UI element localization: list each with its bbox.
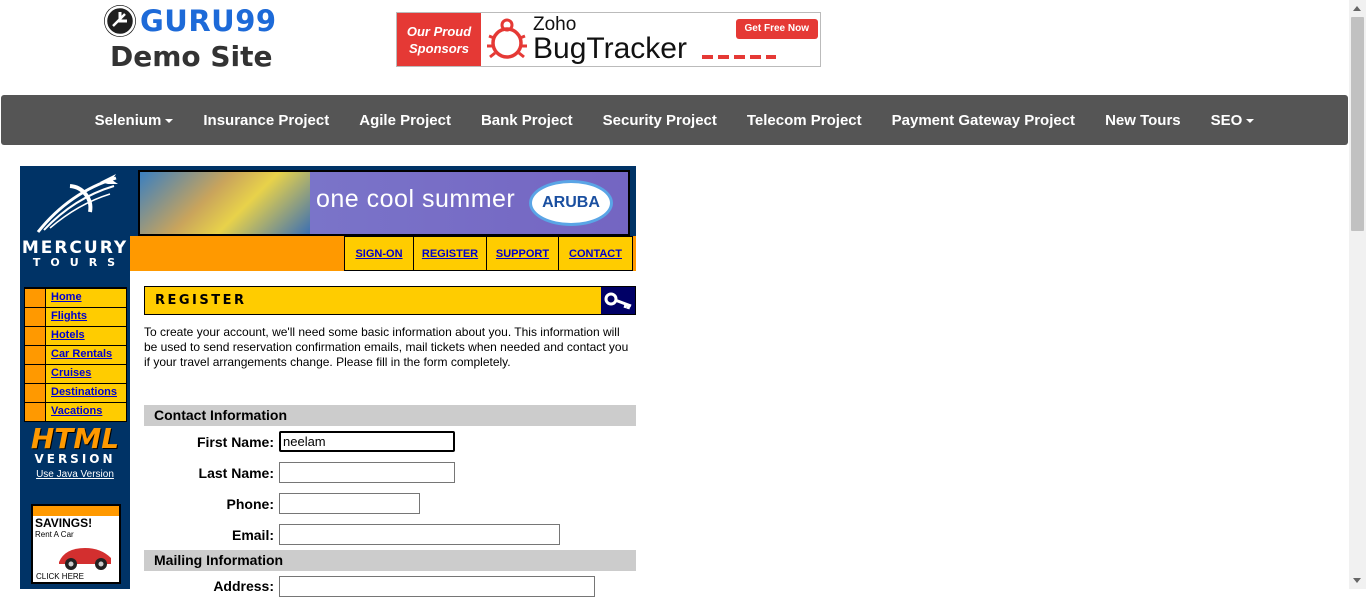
ad-arrow-decoration — [702, 55, 776, 59]
savings-ad[interactable]: SAVINGS! Rent A Car CLICK HERE — [31, 504, 121, 584]
register-title: REGISTER — [155, 293, 247, 308]
last-name-label: Last Name: — [198, 465, 274, 481]
aruba-banner[interactable]: one cool summer ARUBA — [138, 170, 630, 236]
car-icon — [59, 548, 111, 570]
nav-agile-project[interactable]: Agile Project — [344, 112, 466, 129]
phone-label: Phone: — [226, 496, 274, 512]
last-name-field[interactable] — [279, 462, 455, 483]
mailing-information-header: Mailing Information — [144, 550, 636, 571]
menu-link-vacations[interactable]: Vacations — [46, 403, 126, 421]
ad-left-line2: Sponsors — [409, 40, 469, 56]
mercury-logo-line2: TOURS — [32, 256, 126, 269]
nav-insurance-project[interactable]: Insurance Project — [188, 112, 344, 129]
menu-link-cruises[interactable]: Cruises — [46, 365, 126, 383]
nav-seo[interactable]: SEO — [1196, 112, 1270, 129]
beach-photo — [140, 172, 310, 234]
menu-link-destinations[interactable]: Destinations — [46, 384, 126, 402]
scroll-down-icon[interactable] — [1353, 578, 1361, 583]
mercury-logo-icon — [36, 174, 118, 233]
ad-cta-button[interactable]: Get Free Now — [735, 19, 818, 39]
side-menu-item: Vacations — [25, 402, 126, 421]
side-menu-item: Destinations — [25, 383, 126, 402]
contact-link[interactable]: CONTACT — [559, 237, 633, 270]
phone-field[interactable] — [279, 493, 420, 514]
chevron-down-icon — [165, 118, 174, 123]
nav-selenium[interactable]: Selenium — [80, 112, 189, 129]
contact-information-header: Contact Information — [144, 405, 636, 426]
savings-click-here: CLICK HERE — [36, 572, 85, 581]
address-field[interactable] — [279, 576, 595, 597]
ad-brand-main: BugTracker — [533, 32, 687, 65]
nav-payment-gateway-project[interactable]: Payment Gateway Project — [877, 112, 1090, 129]
side-menu-item: Cruises — [25, 364, 126, 383]
sponsor-ad-banner[interactable]: Our Proud Sponsors Zoho BugTracker Get F… — [396, 12, 821, 67]
first-name-label: First Name: — [196, 434, 274, 450]
logo-subtitle: Demo Site — [110, 40, 273, 73]
html-version-subtitle: VERSION — [34, 452, 116, 466]
ad-sponsor-label: Our Proud Sponsors — [397, 13, 481, 66]
address-label: Address: — [213, 578, 274, 594]
menu-link-home[interactable]: Home — [46, 289, 126, 307]
savings-subtitle: Rent A Car — [35, 530, 74, 539]
mercury-tours-frame: MERCURY TOURS Home Flights Hotels Car Re… — [20, 166, 636, 597]
first-name-field[interactable] — [279, 431, 455, 452]
side-menu-item: Hotels — [25, 326, 126, 345]
page-scrollbar[interactable] — [1349, 0, 1366, 589]
side-menu-item: Home — [25, 288, 126, 307]
aruba-logo: ARUBA — [529, 180, 613, 226]
logo-name: GURU99 — [140, 4, 277, 38]
main-navbar: Selenium Insurance Project Agile Project… — [1, 95, 1348, 145]
register-intro-text: To create your account, we'll need some … — [144, 325, 629, 369]
nav-seo-label: SEO — [1210, 111, 1243, 129]
guru99-logo-icon — [104, 5, 136, 37]
scrollbar-thumb[interactable] — [1351, 17, 1364, 231]
key-icon — [601, 287, 635, 314]
nav-telecom-project[interactable]: Telecom Project — [732, 112, 877, 129]
sign-on-link[interactable]: SIGN-ON — [345, 237, 414, 270]
banner-text: one cool summer — [316, 185, 516, 213]
menu-link-flights[interactable]: Flights — [46, 308, 126, 326]
mercury-sidebar: MERCURY TOURS Home Flights Hotels Car Re… — [20, 166, 130, 589]
top-links: SIGN-ON REGISTER SUPPORT CONTACT — [344, 236, 633, 271]
html-version-title: HTML — [30, 422, 120, 455]
menu-link-hotels[interactable]: Hotels — [46, 327, 126, 345]
side-menu-item: Flights — [25, 307, 126, 326]
register-link[interactable]: REGISTER — [414, 237, 487, 270]
guru99-logo[interactable]: GURU99 Demo Site — [104, 4, 284, 73]
email-field[interactable] — [279, 524, 560, 545]
support-link[interactable]: SUPPORT — [487, 237, 559, 270]
ad-left-line1: Our Proud — [406, 23, 472, 39]
nav-selenium-label: Selenium — [94, 111, 162, 129]
email-label: Email: — [231, 527, 274, 543]
scroll-up-icon[interactable] — [1353, 6, 1361, 11]
nav-new-tours[interactable]: New Tours — [1090, 112, 1196, 129]
use-java-version-link[interactable]: Use Java Version — [20, 469, 130, 480]
savings-title: SAVINGS! — [35, 516, 93, 530]
mercury-logo-line1: MERCURY — [21, 238, 129, 258]
menu-link-car-rentals[interactable]: Car Rentals — [46, 346, 126, 364]
nav-bank-project[interactable]: Bank Project — [466, 112, 588, 129]
html-version-badge: HTML VERSION Use Java Version — [20, 422, 130, 481]
chevron-down-icon — [1246, 118, 1255, 123]
register-header: REGISTER — [144, 286, 636, 315]
bug-icon — [481, 13, 533, 66]
side-menu: Home Flights Hotels Car Rentals Cruises … — [24, 287, 127, 422]
side-menu-item: Car Rentals — [25, 345, 126, 364]
nav-security-project[interactable]: Security Project — [588, 112, 732, 129]
